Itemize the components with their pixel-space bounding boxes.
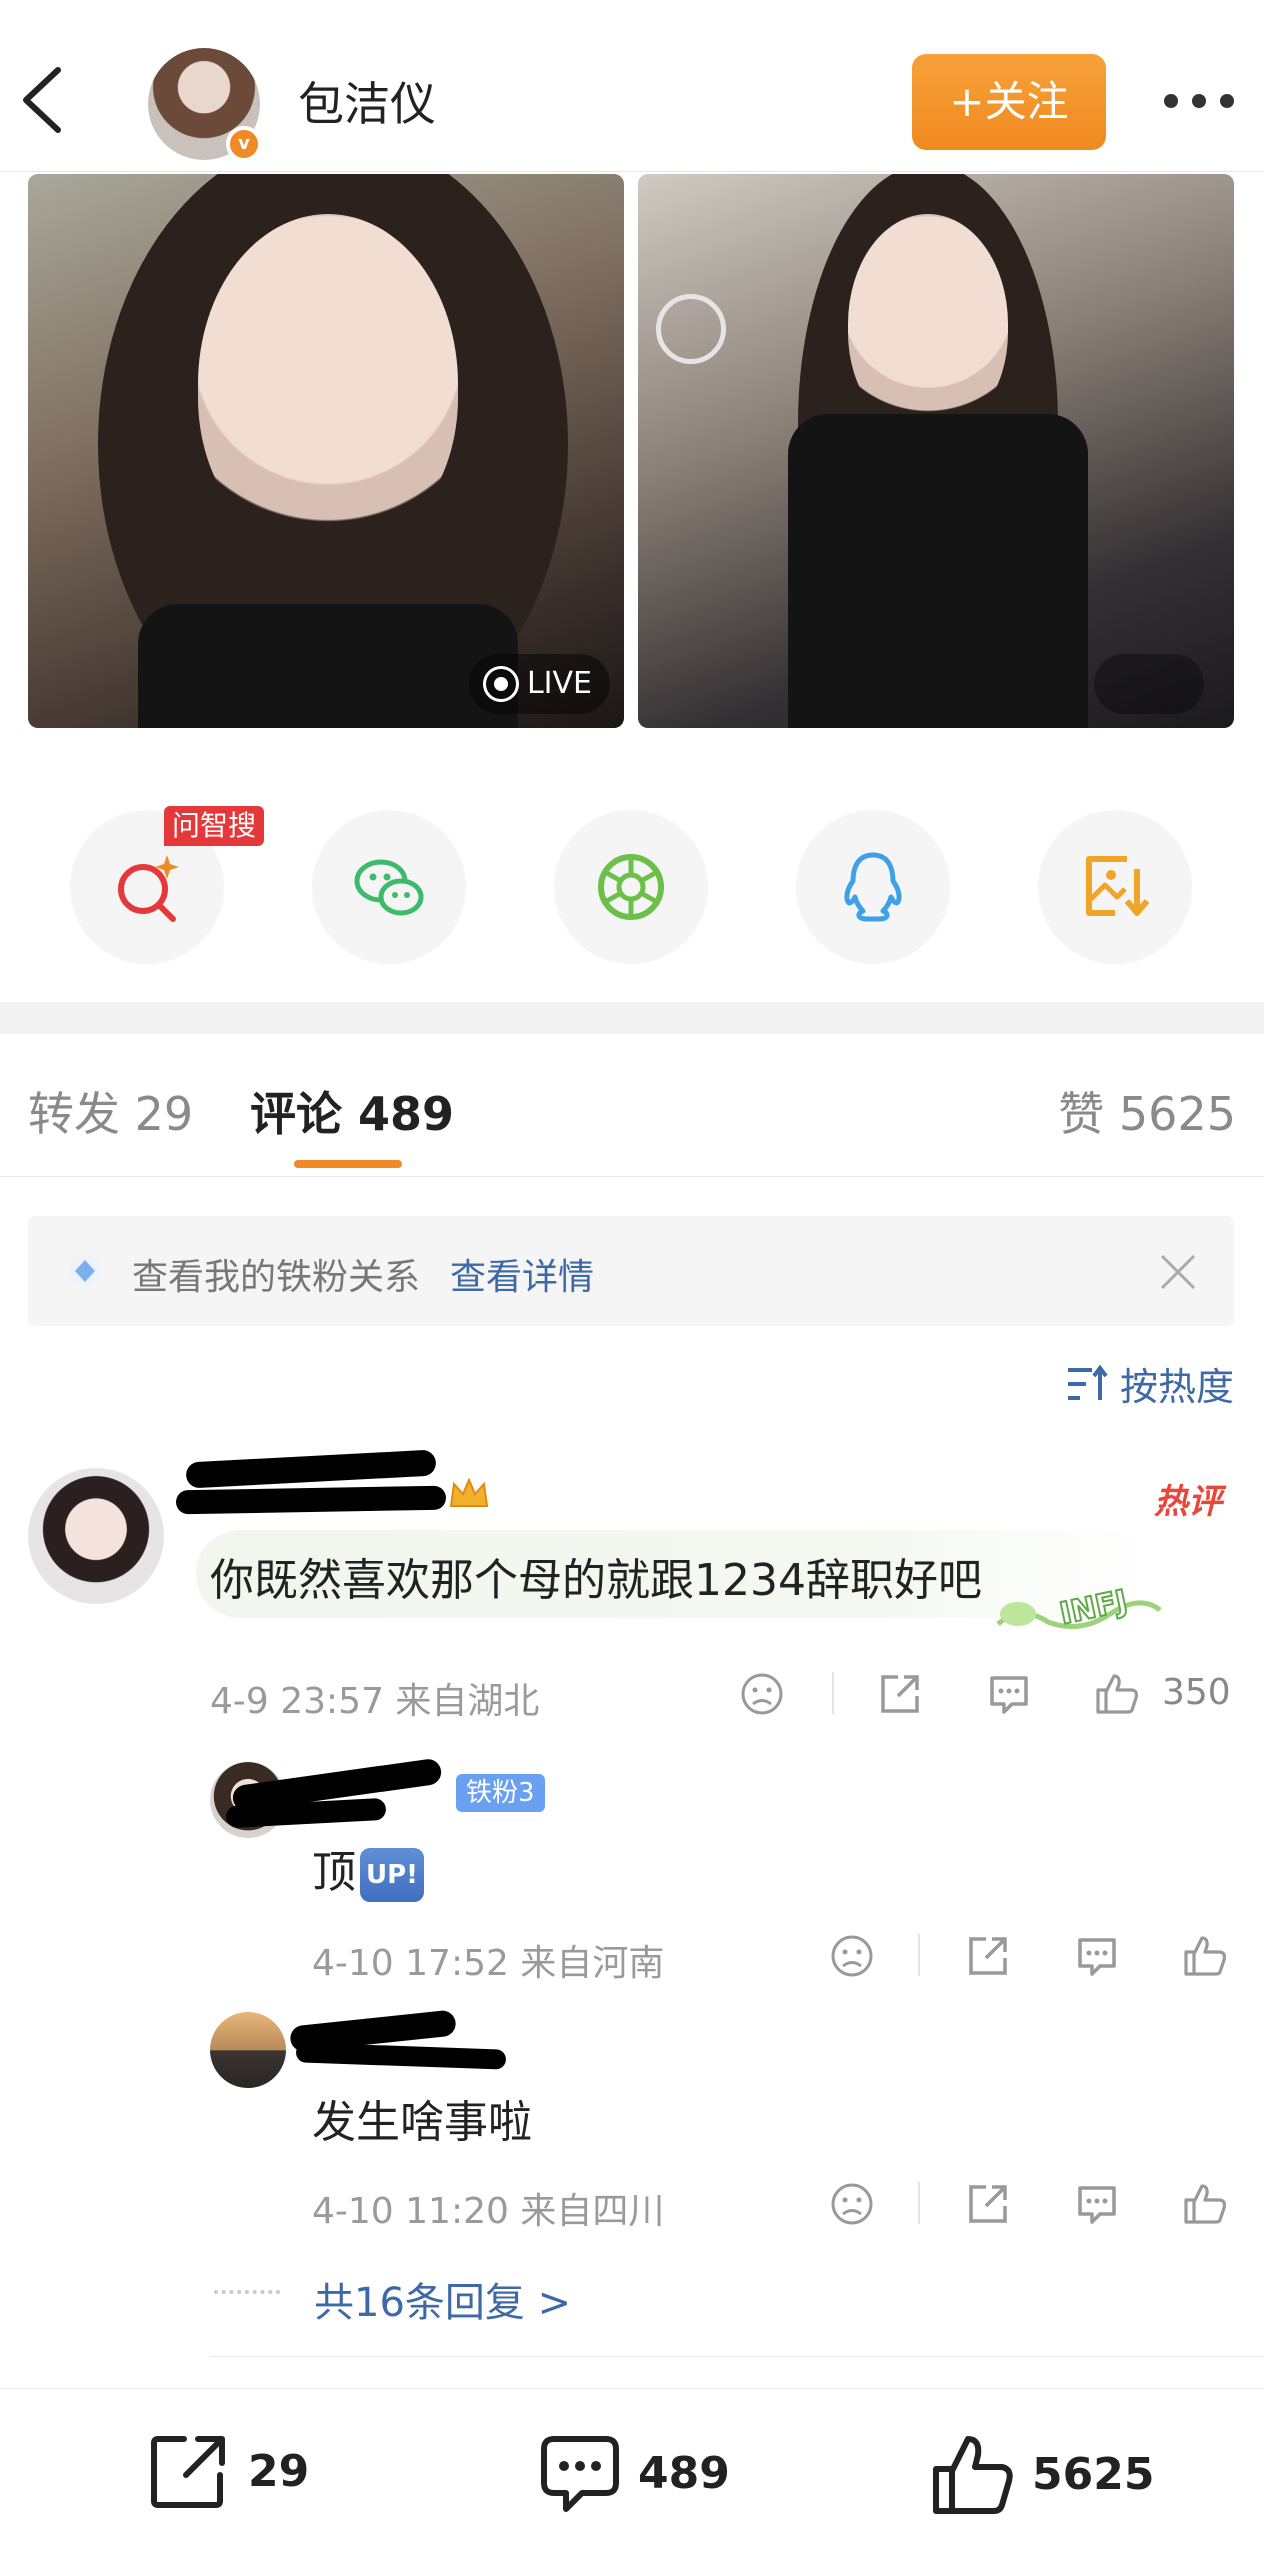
tab-repost[interactable]: 转发 29 — [28, 1078, 193, 1144]
ring-light-icon — [656, 294, 726, 364]
comment-meta: 4-9 23:57 来自湖北 — [210, 1681, 540, 1722]
close-icon[interactable] — [1158, 1252, 1198, 1292]
up-emoji: UP! — [360, 1848, 424, 1902]
sort-label: 按热度 — [1119, 1365, 1234, 1409]
redaction-mark — [175, 1485, 447, 1515]
post-photo-2[interactable] — [638, 174, 1234, 728]
iron-fan-level-badge: 铁粉3 — [456, 1774, 545, 1812]
like-icon[interactable] — [1182, 2180, 1228, 2226]
sort-icon — [1067, 1364, 1108, 1400]
wechat-share-button[interactable] — [312, 810, 466, 964]
live-photo-badge-2 — [1094, 654, 1204, 714]
repost-count: 29 — [248, 2445, 310, 2497]
hot-comment-label: 热评 — [1154, 1482, 1222, 1522]
comment-like-count: 350 — [1162, 1672, 1231, 1713]
follow-button[interactable]: +关注 — [912, 54, 1106, 150]
view-all-replies-link[interactable]: 共16条回复 > — [314, 2270, 571, 2328]
live-icon — [482, 666, 519, 702]
like-button[interactable]: 5625 — [930, 2431, 1154, 2517]
iron-fan-text: 查看我的铁粉关系 — [132, 1257, 421, 1298]
sort-by-heat-button[interactable]: 按热度 — [1066, 1356, 1234, 1411]
reply-icon[interactable] — [1074, 1934, 1120, 1978]
thumbs-up-icon — [933, 2436, 1013, 2514]
reply-text-content: 顶 — [312, 1847, 356, 1898]
redaction-mark — [295, 2042, 507, 2070]
redaction-mark — [185, 1449, 437, 1489]
back-arrow-icon[interactable] — [14, 60, 84, 140]
comment-button[interactable]: 489 — [538, 2431, 730, 2515]
action-divider — [918, 2182, 920, 2224]
comment-separator — [210, 2356, 1264, 2357]
more-options-icon[interactable] — [1160, 80, 1240, 120]
share-icon[interactable] — [966, 1934, 1010, 1978]
tabs-divider — [0, 1176, 1264, 1177]
post-photo-1[interactable]: LIVE — [28, 174, 624, 728]
reply-meta: 4-10 17:52 来自河南 — [312, 1943, 665, 1984]
iron-fan-banner: 查看我的铁粉关系 查看详情 — [28, 1216, 1234, 1326]
replies-dots — [214, 2290, 280, 2294]
reply-avatar[interactable] — [210, 2012, 286, 2088]
reply-icon[interactable] — [1074, 2182, 1120, 2226]
like-icon[interactable] — [1094, 1670, 1140, 1716]
like-icon[interactable] — [1182, 1932, 1228, 1978]
save-image-share-button[interactable] — [1038, 810, 1192, 964]
top-bar: v 包洁仪 +关注 — [0, 0, 1264, 172]
live-label: LIVE — [526, 666, 592, 701]
dislike-icon[interactable] — [740, 1672, 784, 1716]
section-divider — [0, 1002, 1264, 1034]
comment-text[interactable]: 你既然喜欢那个母的就跟1234辞职好吧 — [210, 1544, 982, 1608]
diamond-icon — [69, 1255, 101, 1287]
moments-share-button[interactable] — [554, 810, 708, 964]
comment-icon — [541, 2436, 619, 2512]
comment-count: 489 — [638, 2447, 730, 2499]
wechat-icon — [354, 859, 424, 916]
tab-like[interactable]: 赞 5625 — [1058, 1078, 1236, 1144]
share-icon[interactable] — [966, 2182, 1010, 2226]
user-name[interactable]: 包洁仪 — [298, 68, 436, 134]
crown-badge-icon — [449, 1477, 489, 1507]
tab-comment[interactable]: 评论 489 — [250, 1078, 454, 1144]
share-icon[interactable] — [878, 1672, 922, 1716]
moments-icon — [598, 854, 664, 920]
ask-tag-badge: 问智搜 — [164, 806, 265, 846]
personality-sticker-icon: INFJ — [996, 1583, 1162, 1633]
dislike-icon[interactable] — [830, 1934, 874, 1978]
qq-share-button[interactable] — [796, 810, 950, 964]
qq-icon — [844, 852, 902, 922]
save-image-icon — [1086, 856, 1150, 916]
ai-search-icon — [118, 855, 179, 922]
reply-text[interactable]: 发生啥事啦 — [312, 2086, 532, 2150]
svg-text:INFJ: INFJ — [1057, 1584, 1131, 1632]
active-tab-indicator — [294, 1160, 402, 1168]
reply-text[interactable]: 顶 UP! — [312, 1836, 424, 1902]
live-photo-badge: LIVE — [468, 654, 610, 714]
action-divider — [832, 1672, 834, 1714]
reply-meta: 4-10 11:20 来自四川 — [312, 2191, 665, 2232]
verified-badge-icon: v — [226, 126, 262, 162]
like-count: 5625 — [1032, 2448, 1155, 2500]
commenter-avatar[interactable] — [28, 1468, 164, 1604]
action-divider — [918, 1934, 920, 1976]
repost-icon — [151, 2436, 225, 2508]
view-details-link[interactable]: 查看详情 — [450, 1248, 594, 1300]
dislike-icon[interactable] — [830, 2182, 874, 2226]
repost-button[interactable]: 29 — [148, 2431, 309, 2511]
reply-icon[interactable] — [986, 1672, 1032, 1716]
bottom-action-bar: 29 489 5625 — [0, 2388, 1264, 2559]
